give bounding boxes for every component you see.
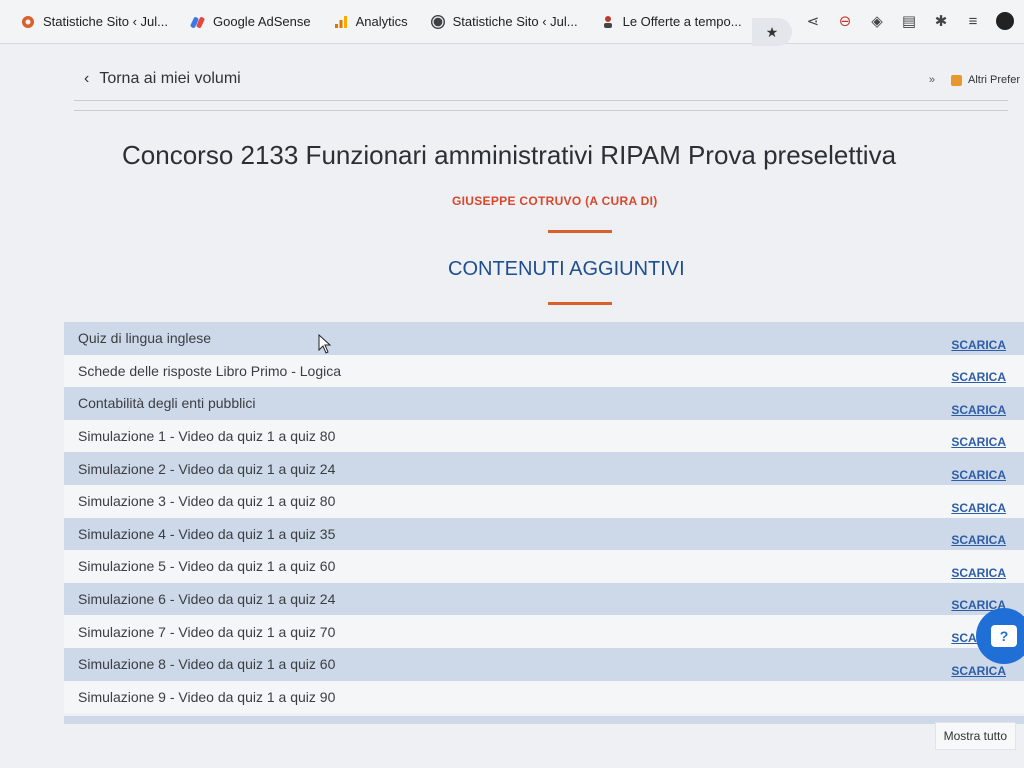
offer-icon	[600, 14, 616, 30]
author-name: GIUSEPPE COTRUVO (A CURA DI)	[452, 194, 658, 208]
item-title: Simulazione 4 - Video da quiz 1 a quiz 3…	[78, 525, 336, 542]
list-item: Quiz di lingua inglese SCARICA	[64, 322, 1024, 355]
star-icon: ★	[765, 23, 779, 40]
reading-list-icon[interactable]: ≡	[964, 13, 982, 30]
show-all-button[interactable]: Mostra tutto	[934, 722, 1016, 750]
extension-red-icon[interactable]: ⊖	[836, 12, 854, 30]
accent-divider	[548, 230, 612, 233]
list-item: Contabilità degli enti pubblici SCARICA	[64, 387, 1024, 420]
list-item: Simulazione 6 - Video da quiz 1 a quiz 2…	[64, 582, 1024, 616]
download-link[interactable]: SCARICA	[951, 468, 1006, 482]
list-item: Simulazione 8 - Video da quiz 1 a quiz 6…	[64, 647, 1024, 681]
analytics-icon	[333, 14, 349, 30]
back-link-label: Torna ai miei volumi	[99, 70, 241, 87]
bookmark-adsense[interactable]: Google AdSense	[190, 14, 311, 30]
item-title: Simulazione 8 - Video da quiz 1 a quiz 6…	[78, 656, 336, 673]
download-link[interactable]: SCARICA	[951, 403, 1006, 417]
divider	[74, 100, 1008, 101]
bookmark-statistiche-2[interactable]: Statistiche Sito ‹ Jul...	[430, 14, 578, 30]
other-bookmarks-label: Altri Prefer	[968, 74, 1020, 86]
item-title: Contabilità degli enti pubblici	[78, 395, 256, 412]
list-item: Schede delle risposte Libro Primo - Logi…	[64, 354, 1024, 388]
bookmark-label: Google AdSense	[213, 14, 311, 29]
chat-help-icon: ?	[991, 625, 1017, 647]
other-bookmarks[interactable]: » Altri Prefer	[929, 74, 1020, 86]
bookmark-label: Analytics	[355, 14, 408, 29]
list-item: Simulazione 9 - Video da quiz 1 a quiz 9…	[64, 680, 1024, 714]
help-chat-button[interactable]: ?	[976, 608, 1024, 664]
item-title: Quiz di lingua inglese	[78, 330, 212, 347]
adsense-icon	[190, 14, 206, 30]
profile-avatar[interactable]	[996, 12, 1014, 30]
bookmark-star-button[interactable]: ★	[752, 18, 792, 46]
item-title: Simulazione 6 - Video da quiz 1 a quiz 2…	[78, 591, 336, 608]
item-title: Simulazione 1 - Video da quiz 1 a quiz 8…	[78, 428, 336, 445]
item-title: Simulazione 2 - Video da quiz 1 a quiz 2…	[78, 460, 336, 477]
list-item: Simulazione 1 - Video da quiz 1 a quiz 8…	[64, 419, 1024, 453]
download-link[interactable]: SCARICA	[951, 501, 1006, 515]
bookmark-statistiche-1[interactable]: Statistiche Sito ‹ Jul...	[20, 14, 168, 30]
page-title: Concorso 2133 Funzionari amministrativi …	[122, 140, 897, 170]
download-link[interactable]: SCARICA	[951, 533, 1006, 547]
section-title: CONTENUTI AGGIUNTIVI	[448, 258, 685, 280]
bookmark-label: Statistiche Sito ‹ Jul...	[452, 14, 578, 29]
share-icon[interactable]: ⋖	[804, 12, 822, 30]
item-title: Simulazione 9 - Video da quiz 1 a quiz 9…	[78, 688, 336, 705]
item-title: Simulazione 3 - Video da quiz 1 a quiz 8…	[78, 493, 336, 510]
chevron-left-icon: ‹	[84, 70, 90, 87]
download-link[interactable]: SCARICA	[951, 566, 1006, 580]
item-title: Schede delle risposte Libro Primo - Logi…	[78, 362, 342, 379]
bookmark-analytics[interactable]: Analytics	[333, 14, 408, 30]
extensions-puzzle-icon[interactable]: ✱	[932, 12, 950, 30]
download-link[interactable]: SCARICA	[951, 370, 1006, 384]
list-item: Simulazione 3 - Video da quiz 1 a quiz 8…	[64, 484, 1024, 518]
bookmark-label: Le Offerte a tempo...	[622, 14, 742, 29]
bookmark-label: Statistiche Sito ‹ Jul...	[43, 14, 168, 29]
divider	[74, 110, 1008, 111]
extension-lock-icon[interactable]: ◈	[868, 12, 886, 30]
list-item: Simulazione 2 - Video da quiz 1 a quiz 2…	[64, 452, 1024, 485]
list-footer-strip	[64, 716, 1024, 724]
back-link[interactable]: ‹ Torna ai miei volumi	[84, 70, 241, 88]
item-title: Simulazione 7 - Video da quiz 1 a quiz 7…	[78, 623, 336, 640]
download-link[interactable]: SCARICA	[951, 338, 1006, 352]
item-title: Simulazione 5 - Video da quiz 1 a quiz 6…	[78, 558, 336, 575]
list-item: Simulazione 7 - Video da quiz 1 a quiz 7…	[64, 615, 1024, 648]
gear-icon	[20, 14, 36, 30]
wordpress-icon	[430, 14, 446, 30]
download-link[interactable]: SCARICA	[951, 435, 1006, 449]
more-bookmarks-icon[interactable]: »	[929, 74, 935, 86]
list-item: Simulazione 5 - Video da quiz 1 a quiz 6…	[64, 550, 1024, 583]
bookmark-offerte[interactable]: Le Offerte a tempo...	[600, 14, 742, 30]
accent-divider	[548, 302, 612, 305]
download-link[interactable]: SCARICA	[951, 664, 1006, 678]
browser-toolbar: ⋖ ⊖ ◈ ▤ ✱ ≡	[804, 12, 1014, 30]
list-item: Simulazione 4 - Video da quiz 1 a quiz 3…	[64, 517, 1024, 551]
additional-contents-list: Quiz di lingua inglese SCARICA Schede de…	[64, 322, 1024, 722]
mouse-cursor-icon	[318, 334, 332, 354]
extension-printer-icon[interactable]: ▤	[900, 12, 918, 30]
folder-icon	[951, 74, 963, 86]
